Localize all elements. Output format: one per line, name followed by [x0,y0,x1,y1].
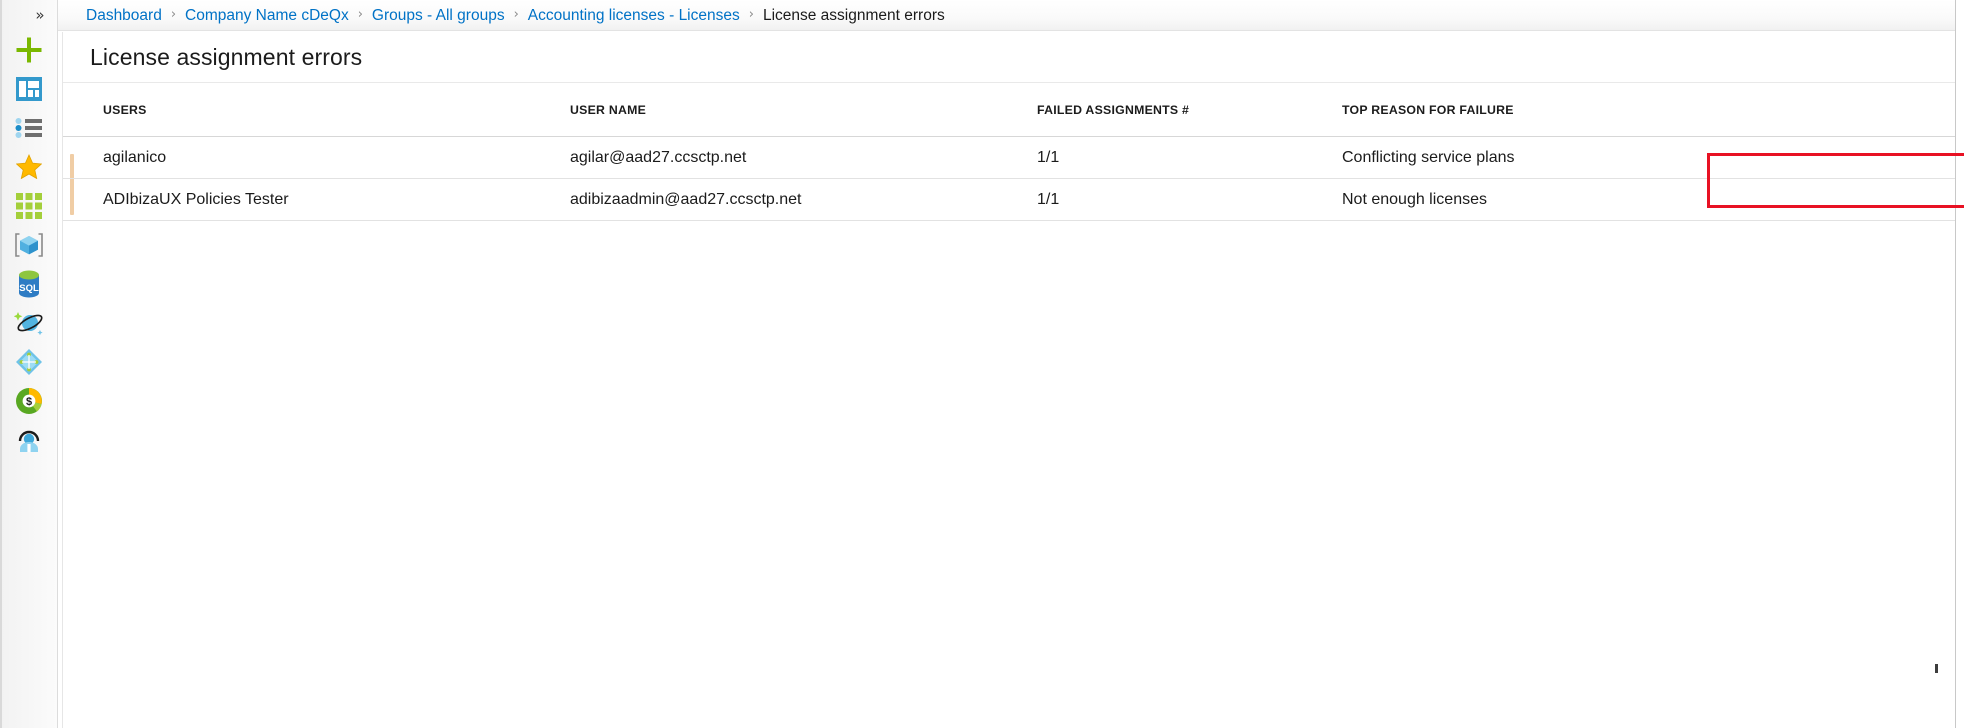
table-row[interactable]: agilanico agilar@aad27.ccsctp.net 1/1 Co… [63,137,1962,179]
column-header-user-name[interactable]: USER NAME [570,103,1037,117]
breadcrumb-separator-icon: › [170,6,177,22]
rail-item-virtual-machines[interactable] [0,342,58,381]
dashboard-icon [16,76,42,101]
rail-item-all-services[interactable] [0,108,58,147]
breadcrumb-item-dashboard[interactable]: Dashboard [86,6,162,25]
cosmos-db-planet-icon [14,309,44,337]
all-services-list-icon [15,117,43,139]
cell-users: ADIbizaUX Policies Tester [103,190,289,208]
column-header-users[interactable]: USERS [103,103,570,117]
stray-artifact-mark [1935,664,1938,673]
table-row[interactable]: ADIbizaUX Policies Tester adibizaadmin@a… [63,179,1962,221]
breadcrumb-item-accounting-licenses[interactable]: Accounting licenses - Licenses [528,6,740,25]
main-content-area: Dashboard › Company Name cDeQx › Groups … [58,0,1964,728]
cell-user-name: agilar@aad27.ccsctp.net [570,148,747,166]
breadcrumb: Dashboard › Company Name cDeQx › Groups … [58,0,1964,31]
rail-item-cost-management[interactable]: $ [0,381,58,420]
cell-top-reason-for-failure: Conflicting service plans [1342,148,1515,166]
license-assignment-errors-blade: License assignment errors USERS USER NAM… [62,32,1963,728]
right-gutter [1955,0,1964,728]
rail-item-create-resource[interactable] [0,30,58,69]
column-header-failed-assignments[interactable]: FAILED ASSIGNMENTS # [1037,103,1342,117]
cost-management-donut-icon: $ [15,387,43,415]
sql-database-icon: SQL [16,270,42,298]
rail-item-favorites[interactable] [0,147,58,186]
cube-box-icon [15,232,43,258]
plus-icon [14,35,44,65]
collapse-nav-icon[interactable]: » [29,4,51,26]
blade-header: License assignment errors [63,32,1962,83]
star-icon [16,154,42,179]
breadcrumb-item-current: License assignment errors [762,6,945,24]
rail-item-list: SQL $ [0,30,58,459]
rail-item-help-and-support[interactable] [0,420,58,459]
svg-text:SQL: SQL [19,283,39,294]
svg-text:$: $ [26,396,32,408]
help-support-headset-icon [15,426,43,454]
table-header-row: USERS USER NAME FAILED ASSIGNMENTS # TOP… [63,84,1962,137]
azure-portal-window: » SQL $ Dashboard › Company Name cDeQx ›… [0,0,1964,728]
rail-item-dashboard[interactable] [0,69,58,108]
rail-item-resource-groups[interactable] [0,225,58,264]
cell-top-reason-for-failure: Not enough licenses [1342,190,1487,208]
license-errors-table: USERS USER NAME FAILED ASSIGNMENTS # TOP… [63,84,1962,728]
cell-failed-assignments: 1/1 [1037,148,1060,166]
breadcrumb-separator-icon: › [513,6,519,22]
rail-item-sql-databases[interactable]: SQL [0,264,58,303]
rail-item-azure-cosmos-db[interactable] [0,303,58,342]
cell-failed-assignments: 1/1 [1037,190,1060,208]
breadcrumb-separator-icon: › [357,6,363,22]
virtual-machine-diamond-icon [15,348,43,376]
page-title: License assignment errors [90,43,363,70]
breadcrumb-separator-icon: › [748,6,754,22]
breadcrumb-item-groups-all-groups[interactable]: Groups - All groups [372,6,505,25]
grid-tiles-icon [16,192,42,219]
cell-users: agilanico [103,148,167,166]
column-header-top-reason-for-failure[interactable]: TOP REASON FOR FAILURE [1342,103,1762,117]
cell-user-name: adibizaadmin@aad27.ccsctp.net [570,190,802,208]
left-navigation-rail: » SQL $ [0,0,58,728]
rail-item-all-resources[interactable] [0,186,58,225]
breadcrumb-item-company-name[interactable]: Company Name cDeQx [185,6,349,25]
